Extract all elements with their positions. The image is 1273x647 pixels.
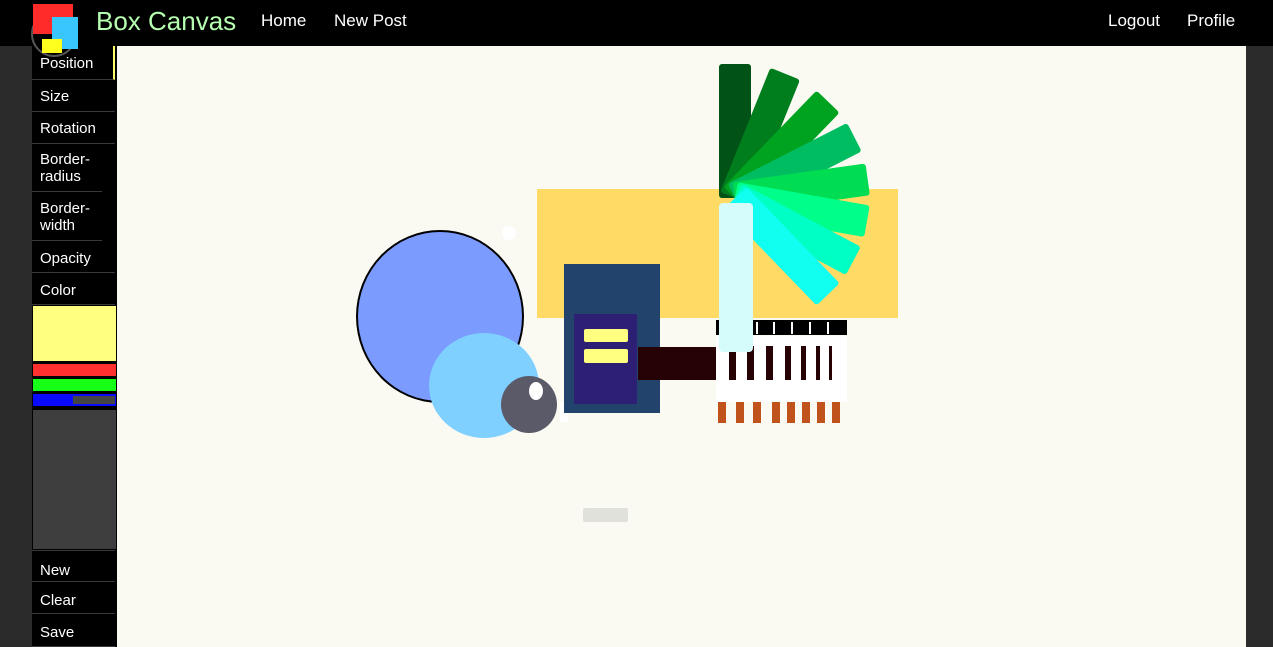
canvas-box-strip-gap-4[interactable] (791, 322, 793, 334)
canvas-box-strip-gap-6[interactable] (827, 322, 829, 334)
canvas-box-white-dot[interactable] (502, 226, 516, 240)
nav-home-link[interactable]: Home (261, 11, 306, 31)
new-button[interactable]: New (32, 550, 115, 582)
canvas-box-orange-tick-5[interactable] (787, 402, 795, 423)
sidebar-item-size[interactable]: Size (32, 80, 115, 112)
nav-new-post-link[interactable]: New Post (334, 11, 407, 31)
top-navbar: Box Canvas Home New Post Logout Profile (0, 0, 1273, 57)
sidebar-item-border-width[interactable]: Border-width (32, 192, 102, 241)
canvas-box-gray-circle[interactable] (501, 376, 557, 433)
canvas-box-orange-tick-8[interactable] (832, 402, 840, 423)
canvas-box-dark-line-4[interactable] (785, 346, 791, 380)
color-preview-swatch (33, 306, 116, 361)
canvas-box-orange-tick-4[interactable] (772, 402, 780, 423)
canvas-box-orange-tick-3[interactable] (753, 402, 761, 423)
drawing-canvas[interactable] (117, 46, 1246, 647)
green-channel-slider[interactable] (33, 379, 116, 391)
canvas-box-strip-gap-2[interactable] (756, 322, 758, 334)
blue-channel-slider[interactable] (33, 394, 116, 406)
brand-title[interactable]: Box Canvas (96, 6, 236, 36)
canvas-box-orange-tick-6[interactable] (802, 402, 810, 423)
nav-logout-link[interactable]: Logout (1108, 11, 1160, 31)
sidebar-item-color[interactable]: Color (32, 273, 115, 305)
canvas-box-dark-line-5[interactable] (801, 346, 806, 380)
canvas-box-yellow-bar-bottom[interactable] (584, 349, 628, 363)
canvas-box-strip-gap-5[interactable] (809, 322, 811, 334)
canvas-box-dark-line-3[interactable] (766, 346, 773, 380)
app-logo[interactable] (30, 2, 82, 57)
logo-yellow-square (42, 39, 62, 53)
clear-button[interactable]: Clear (32, 582, 115, 614)
save-button[interactable]: Save (32, 614, 115, 647)
canvas-box-strip-gap-3[interactable] (773, 322, 775, 334)
canvas-box-maroon-bar[interactable] (638, 347, 720, 380)
sidebar-item-border-radius[interactable]: Border-radius (32, 144, 102, 192)
sidebar-item-rotation[interactable]: Rotation (32, 112, 115, 144)
sidebar-empty-panel (33, 410, 116, 549)
canvas-box-gray-pill[interactable] (583, 508, 628, 522)
blue-slider-knob[interactable] (73, 396, 115, 404)
canvas-box-orange-tick-7[interactable] (817, 402, 825, 423)
canvas-box-pale-cyan-bar[interactable] (719, 203, 753, 352)
nav-profile-link[interactable]: Profile (1187, 11, 1235, 31)
sidebar-item-opacity[interactable]: Opacity (32, 241, 115, 273)
canvas-box-orange-tick-2[interactable] (736, 402, 744, 423)
canvas-box-dark-line-6[interactable] (816, 346, 820, 380)
canvas-box-yellow-bar-top[interactable] (584, 329, 628, 342)
canvas-box-orange-tick-1[interactable] (718, 402, 726, 423)
tool-sidebar: Position Size Rotation Border-radius Bor… (32, 46, 117, 647)
canvas-box-dark-line-7[interactable] (829, 346, 832, 380)
red-channel-slider[interactable] (33, 364, 116, 376)
canvas-box-gray-circle-highlight[interactable] (529, 382, 543, 400)
